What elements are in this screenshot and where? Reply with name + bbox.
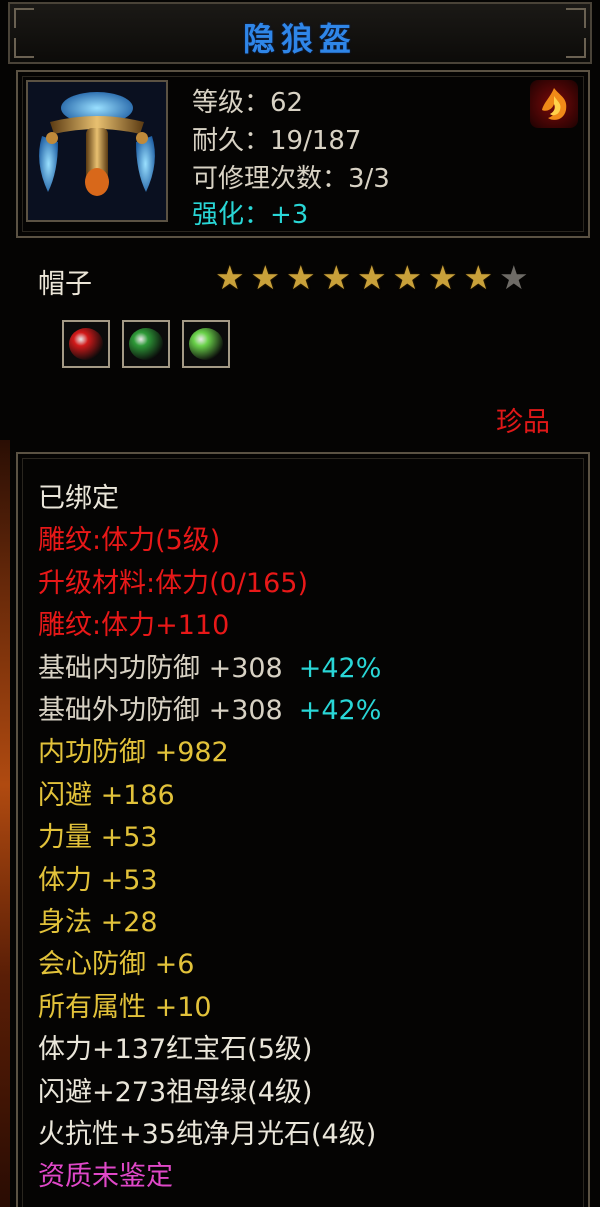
property-text: 闪避+273祖母绿(4级) [38,1076,313,1108]
title-bar: 隐狼盔 [8,2,592,64]
property-line: 体力 +53 [38,864,158,898]
property-line: 所有属性 +10 [38,991,212,1025]
star-filled-icon: ★ [214,257,245,297]
gem-sockets [62,320,230,368]
property-text: 升级材料:体力(0/165) [38,567,308,599]
star-filled-icon: ★ [427,257,458,297]
property-text: 所有属性 +10 [38,991,212,1023]
property-text: 基础外功防御 +308 [38,695,283,726]
property-line: 闪避 +186 [38,779,175,813]
star-empty-icon: ★ [498,257,529,297]
property-bonus-percent: +42% [298,695,382,726]
star-filled-icon: ★ [392,257,423,297]
property-text: 基础内功防御 +308 [38,652,283,684]
fire-element-icon [530,80,578,128]
property-line: 体力+137红宝石(5级) [38,1033,312,1067]
item-repair-count: 可修理次数：3/3 [192,164,390,194]
property-line: 雕纹:体力+110 [38,609,229,643]
property-line: 雕纹:体力(5级) [38,524,220,558]
property-text: 已绑定 [38,483,119,514]
property-text: 会心防御 +6 [38,949,195,981]
property-text: 雕纹:体力(5级) [38,525,221,557]
property-line: 资质未鉴定 [38,1160,173,1194]
property-text: 身法 +28 [38,907,158,938]
item-slot: 帽子 [38,269,92,300]
star-filled-icon: ★ [285,257,316,297]
item-name: 隐狼盔 [242,20,357,58]
property-line: 会心防御 +6 [38,948,194,982]
property-line: 火抗性+35纯净月光石(4级) [38,1118,376,1152]
star-filled-icon: ★ [321,257,352,297]
property-text: 体力 +53 [38,864,158,896]
jade-gem-icon[interactable] [182,320,230,368]
ruby-gem-icon[interactable] [62,320,110,368]
item-rarity: 珍品 [496,407,550,438]
property-text: 体力+137红宝石(5级) [38,1034,313,1066]
property-line: 身法 +28 [38,906,158,940]
property-text: 雕纹:体力+110 [38,610,230,642]
item-level: 等级：62 [192,88,304,118]
item-enhance: 强化：+3 [192,200,309,230]
background-glow [0,440,10,1207]
property-text: 力量 +53 [38,822,158,854]
star-rating: ★ ★ ★ ★ ★ ★ ★ ★ ★ [212,258,532,296]
property-text: 火抗性+35纯净月光石(4级) [38,1119,377,1150]
property-line: 升级材料:体力(0/165) [38,567,308,601]
star-filled-icon: ★ [463,257,494,297]
item-durability: 耐久：19/187 [192,126,362,156]
property-line: 力量 +53 [38,821,158,855]
item-tooltip: 隐狼盔 等级：62 耐久：19/187 可修理次数：3/3 强化：+3 帽子 ★… [0,0,600,1207]
property-line: 基础内功防御 +308 +42% [38,652,381,686]
property-text: 闪避 +186 [38,779,175,811]
emerald-gem-icon[interactable] [122,320,170,368]
property-text: 内功防御 +982 [38,737,229,769]
property-bonus-percent: +42% [298,652,382,684]
star-filled-icon: ★ [356,257,387,297]
property-line: 已绑定 [38,482,119,516]
property-line: 基础外功防御 +308 +42% [38,694,381,728]
property-text: 资质未鉴定 [38,1161,173,1193]
property-line: 内功防御 +982 [38,736,229,770]
helmet-icon[interactable] [26,80,168,222]
property-line: 闪避+273祖母绿(4级) [38,1076,312,1110]
star-filled-icon: ★ [250,257,281,297]
